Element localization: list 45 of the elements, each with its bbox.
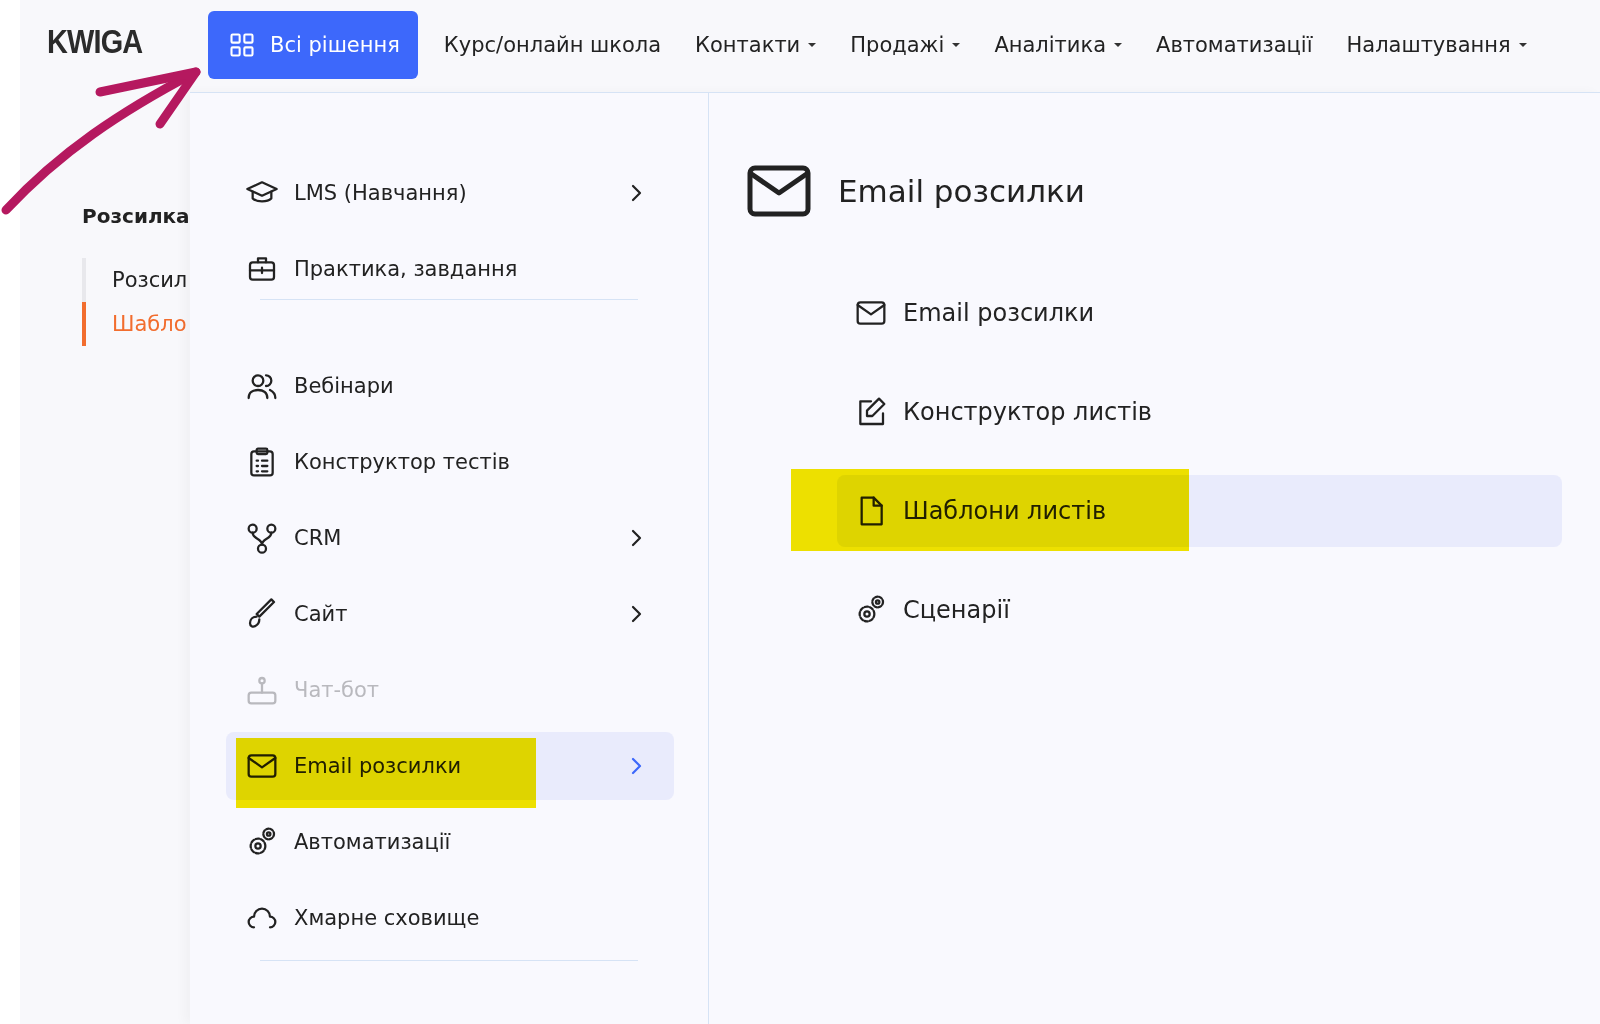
menu-item-label: Автоматизації [294,830,451,854]
menu-item[interactable]: CRM [226,504,674,572]
nav-link[interactable]: Налаштування [1346,33,1527,57]
menu-item-label: LMS (Навчання) [294,181,467,205]
menu-item[interactable]: LMS (Навчання) [226,159,674,227]
submenu-item-label: Шаблони листів [903,497,1107,525]
section-title: Розсилка [82,204,191,228]
menu-item[interactable]: Конструктор тестів [226,428,674,496]
nav-link[interactable]: Аналітика [994,33,1123,57]
submenu-item[interactable]: Email розсилки [837,277,1562,349]
submenu-title: Email розсилки [838,173,1085,209]
submenu-item[interactable]: Сценарії [837,574,1562,646]
all-solutions-button[interactable]: Всі рішення [208,11,418,79]
menu-item-label: Сайт [294,602,348,626]
mail-icon [747,165,811,217]
menu-item[interactable]: Практика, завдання [226,235,674,303]
menu-item[interactable]: Email розсилки [226,732,674,800]
menu-item-label: CRM [294,526,342,550]
nav-link[interactable]: Контакти [695,33,817,57]
menu-item-label: Практика, завдання [294,257,518,281]
menu-item[interactable]: Сайт [226,580,674,648]
chevron-right-icon [630,528,642,548]
menu-item-label: Вебінари [294,374,394,398]
grid-icon [228,31,256,59]
chevron-right-icon [630,604,642,624]
submenu-item-label: Сценарії [903,596,1010,624]
robot-icon [246,674,278,706]
menu-item-label: Чат-бот [294,678,380,702]
nav-link[interactable]: Курс/онлайн школа [443,33,662,57]
chevron-right-icon [630,756,642,776]
brush-icon [246,598,278,630]
menu-item[interactable]: Хмарне сховище [226,884,674,952]
logo[interactable]: KWIGA [47,21,184,61]
menu-item-label: Конструктор тестів [294,450,510,474]
submenu-item-label: Конструктор листів [903,398,1152,426]
menu-item[interactable]: Автоматизації [226,808,674,876]
menu-item[interactable]: Вебінари [226,352,674,420]
menu-item-label: Хмарне сховище [294,906,480,930]
chevron-right-icon [630,183,642,203]
submenu-item-label: Email розсилки [903,299,1095,327]
nav-link[interactable]: Автоматизації [1156,33,1313,57]
nodes-icon [246,522,278,554]
submenu-item[interactable]: Конструктор листів [837,376,1562,448]
nav-link[interactable]: Продажі [850,33,961,57]
menu-item-label: Email розсилки [294,754,462,778]
